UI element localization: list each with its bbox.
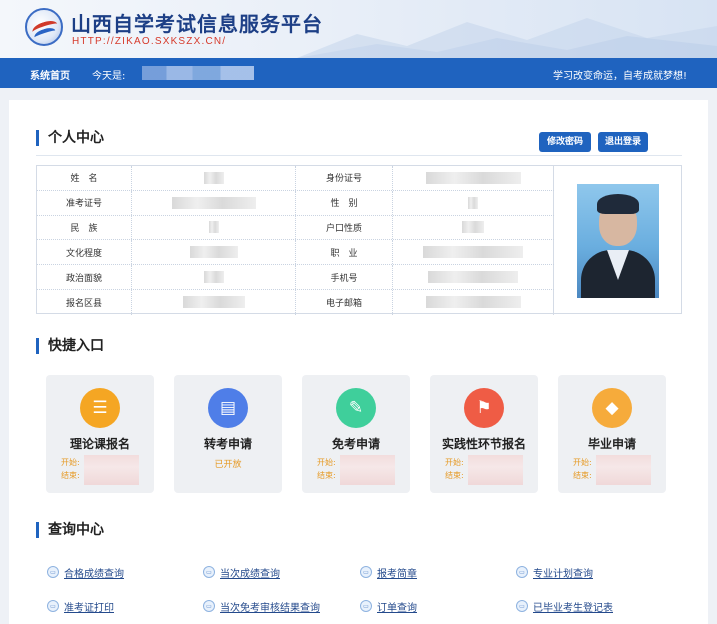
date-redacted	[468, 455, 523, 485]
document-circle-icon: ▭	[360, 566, 372, 578]
field-value-redacted	[425, 296, 521, 309]
document-settings-icon: ▤	[208, 388, 248, 428]
field-value-redacted	[423, 246, 523, 259]
section-title-quick: 快捷入口	[36, 338, 104, 354]
section-divider	[36, 155, 682, 156]
site-title: 山西自学考试信息服务平台	[71, 12, 323, 36]
field-label: 民 族	[37, 215, 132, 240]
date-redacted	[84, 455, 139, 485]
field-value-redacted	[203, 171, 224, 184]
field-value-redacted	[203, 271, 224, 284]
query-link-major-plan[interactable]: ▭ 专业计划查询	[516, 565, 593, 580]
field-label: 户口性质	[296, 215, 393, 240]
field-label: 手机号	[296, 265, 393, 289]
field-label: 报名区县	[37, 290, 132, 315]
field-label: 性 别	[296, 190, 393, 215]
date-redacted	[340, 455, 395, 485]
field-label: 准考证号	[37, 190, 132, 215]
quick-card-label: 理论课报名	[69, 437, 130, 451]
end-label: 结束:	[573, 471, 592, 480]
section-title-personal: 个人中心	[36, 130, 104, 146]
photo-cell	[554, 166, 682, 313]
table-row: 民 族 户口性质	[37, 215, 554, 241]
document-circle-icon: ▭	[47, 600, 59, 612]
start-label: 开始:	[573, 458, 592, 467]
top-navbar: 系统首页 今天是: 学习改变命运，自考成就梦想!	[0, 58, 717, 88]
query-link-graduate-registration[interactable]: ▭ 已毕业考生登记表	[516, 599, 613, 614]
quick-card-label: 免考申请	[331, 437, 380, 451]
site-logo[interactable]	[25, 8, 63, 46]
field-label: 文化程度	[37, 240, 132, 265]
personal-info-table: 姓 名 身份证号 准考证号 性 别 民 族 户口性质 文化程度 职 业 政治面貌…	[36, 165, 682, 315]
document-circle-icon: ▭	[360, 600, 372, 612]
document-circle-icon: ▭	[47, 566, 59, 578]
document-circle-icon: ▭	[203, 600, 215, 612]
end-label: 结束:	[317, 471, 336, 480]
query-link-exam-guide[interactable]: ▭ 报考简章	[360, 565, 417, 580]
nav-date-label: 今天是:	[92, 71, 126, 82]
graduation-cap-icon: ◆	[592, 388, 632, 428]
field-value-redacted	[189, 246, 238, 259]
start-label: 开始:	[317, 458, 336, 467]
field-value-redacted	[171, 196, 256, 209]
quick-card-graduation[interactable]: ◆ 毕业申请 开始: 结束:	[558, 375, 666, 493]
document-circle-icon: ▭	[203, 566, 215, 578]
table-row: 文化程度 职 业	[37, 240, 554, 266]
document-circle-icon: ▭	[516, 566, 528, 578]
layers-icon: ☰	[80, 388, 120, 428]
quick-card-exemption[interactable]: ✎ 免考申请 开始: 结束:	[302, 375, 410, 493]
field-label: 职 业	[296, 240, 393, 265]
edit-document-icon: ✎	[336, 388, 376, 428]
end-label: 结束:	[61, 471, 80, 480]
field-value-redacted	[468, 196, 478, 209]
date-redacted	[596, 455, 651, 485]
section-title-query: 查询中心	[36, 522, 104, 538]
query-link-admission-ticket[interactable]: ▭ 准考证打印	[47, 599, 114, 614]
mountain-background-icon	[297, 18, 717, 58]
field-value-redacted	[425, 171, 521, 184]
query-link-qualified-score[interactable]: ▭ 合格成绩查询	[47, 565, 124, 580]
document-circle-icon: ▭	[516, 600, 528, 612]
status-badge: 已开放	[214, 460, 242, 470]
field-label: 身份证号	[296, 166, 393, 190]
nav-slogan: 学习改变命运，自考成就梦想!	[552, 71, 687, 82]
query-link-current-score[interactable]: ▭ 当次成绩查询	[203, 565, 280, 580]
site-url: HTTP://ZIKAO.SXKSZX.CN/	[72, 36, 227, 47]
start-label: 开始:	[61, 458, 80, 467]
query-link-orders[interactable]: ▭ 订单查询	[360, 599, 417, 614]
table-row: 报名区县 电子邮箱	[37, 290, 554, 315]
quick-card-label: 毕业申请	[587, 437, 636, 451]
field-value-redacted	[428, 271, 518, 284]
table-row: 政治面貌 手机号	[37, 265, 554, 290]
quick-card-theory-exam[interactable]: ☰ 理论课报名 开始: 结束:	[46, 375, 154, 493]
student-photo	[577, 184, 659, 298]
query-link-exemption-result[interactable]: ▭ 当次免考审核结果查询	[203, 599, 320, 614]
quick-card-transfer-exam[interactable]: ▤ 转考申请 已开放	[174, 375, 282, 493]
field-value-redacted	[182, 296, 245, 309]
table-row: 准考证号 性 别	[37, 190, 554, 216]
flag-icon: ⚑	[464, 388, 504, 428]
quick-card-practice[interactable]: ⚑ 实践性环节报名 开始: 结束:	[430, 375, 538, 493]
start-label: 开始:	[445, 458, 464, 467]
change-password-button[interactable]: 修改密码	[539, 132, 591, 152]
field-value-redacted	[208, 221, 219, 234]
table-row: 姓 名 身份证号	[37, 166, 554, 191]
quick-card-label: 转考申请	[203, 437, 252, 451]
quick-card-label: 实践性环节报名	[441, 437, 526, 451]
logout-button[interactable]: 退出登录	[598, 132, 648, 152]
site-header: 山西自学考试信息服务平台 HTTP://ZIKAO.SXKSZX.CN/	[0, 0, 717, 58]
nav-home-link[interactable]: 系统首页	[30, 67, 70, 82]
end-label: 结束:	[445, 471, 464, 480]
field-value-redacted	[462, 221, 484, 234]
field-label: 电子邮箱	[296, 290, 393, 315]
field-label: 姓 名	[37, 166, 132, 190]
field-label: 政治面貌	[37, 265, 132, 289]
nav-date-value-redacted	[142, 66, 254, 80]
